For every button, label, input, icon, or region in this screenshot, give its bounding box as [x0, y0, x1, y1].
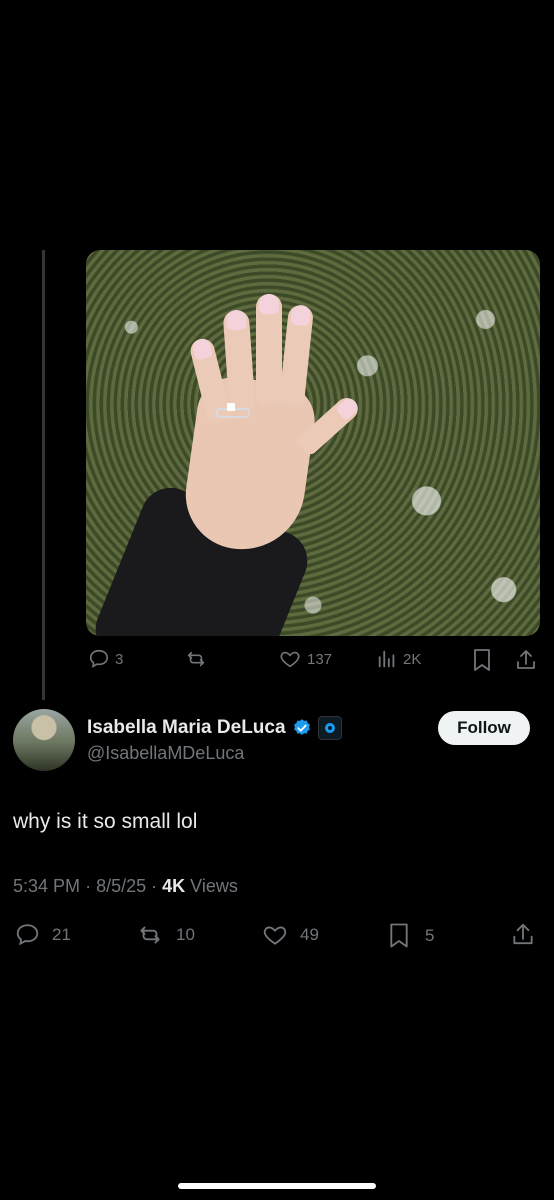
meta-separator: ·	[151, 876, 163, 896]
tweet-date[interactable]: 8/5/25	[96, 876, 146, 896]
verified-badge-icon	[293, 719, 310, 735]
photo-ring-gem	[227, 403, 235, 411]
tweet-text: why is it so small lol	[13, 810, 198, 833]
photo-finger	[278, 303, 315, 407]
like-button[interactable]: 49	[261, 922, 319, 948]
views-label: Views	[190, 876, 238, 896]
quoted-views-button[interactable]: 2K	[376, 648, 421, 670]
thread-line	[42, 250, 45, 700]
quoted-bookmark-button[interactable]	[472, 648, 492, 672]
reply-icon	[89, 649, 109, 668]
photo-finger	[256, 294, 282, 404]
quoted-reply-button[interactable]: 3	[88, 648, 123, 670]
bookmark-count: 5	[425, 925, 435, 945]
like-icon	[263, 926, 287, 945]
share-icon	[513, 923, 533, 945]
quoted-views-count: 2K	[403, 650, 422, 668]
quoted-reply-count: 3	[115, 650, 124, 668]
author-name: Isabella Maria DeLuca	[87, 717, 286, 738]
quoted-repost-button[interactable]	[184, 648, 213, 670]
home-indicator[interactable]	[178, 1183, 376, 1189]
repost-icon	[140, 926, 160, 944]
quoted-photo-hand-with-ring[interactable]	[86, 250, 540, 636]
author-name-row[interactable]: Isabella Maria DeLuca	[87, 716, 342, 740]
bookmark-icon	[474, 649, 490, 671]
quoted-like-button[interactable]: 137	[278, 648, 332, 670]
share-icon	[517, 650, 535, 669]
repost-button[interactable]: 10	[135, 922, 195, 948]
photo-finger	[222, 309, 256, 411]
affiliate-badge-icon[interactable]	[317, 716, 342, 740]
follow-button[interactable]: Follow	[438, 711, 530, 745]
tweet-meta: 5:34 PM · 8/5/25 · 4K Views	[13, 876, 238, 897]
views-count: 4K	[162, 876, 186, 896]
meta-separator: ·	[85, 876, 97, 896]
reply-button[interactable]: 21	[14, 922, 71, 948]
repost-count: 10	[176, 925, 195, 944]
tweet-time[interactable]: 5:34 PM	[13, 876, 80, 896]
bookmark-icon	[390, 923, 408, 948]
like-count: 49	[300, 925, 319, 944]
reply-icon	[16, 924, 39, 946]
reply-count: 21	[52, 925, 71, 944]
quoted-share-button[interactable]	[514, 648, 538, 672]
avatar[interactable]	[13, 709, 75, 771]
share-button[interactable]	[510, 921, 536, 948]
views-icon	[378, 650, 395, 668]
repost-icon	[187, 651, 205, 667]
like-icon	[280, 651, 300, 668]
quoted-like-count: 137	[307, 650, 333, 668]
author-handle[interactable]: @IsabellaMDeLuca	[87, 743, 244, 764]
bookmark-button[interactable]: 5	[388, 922, 434, 949]
